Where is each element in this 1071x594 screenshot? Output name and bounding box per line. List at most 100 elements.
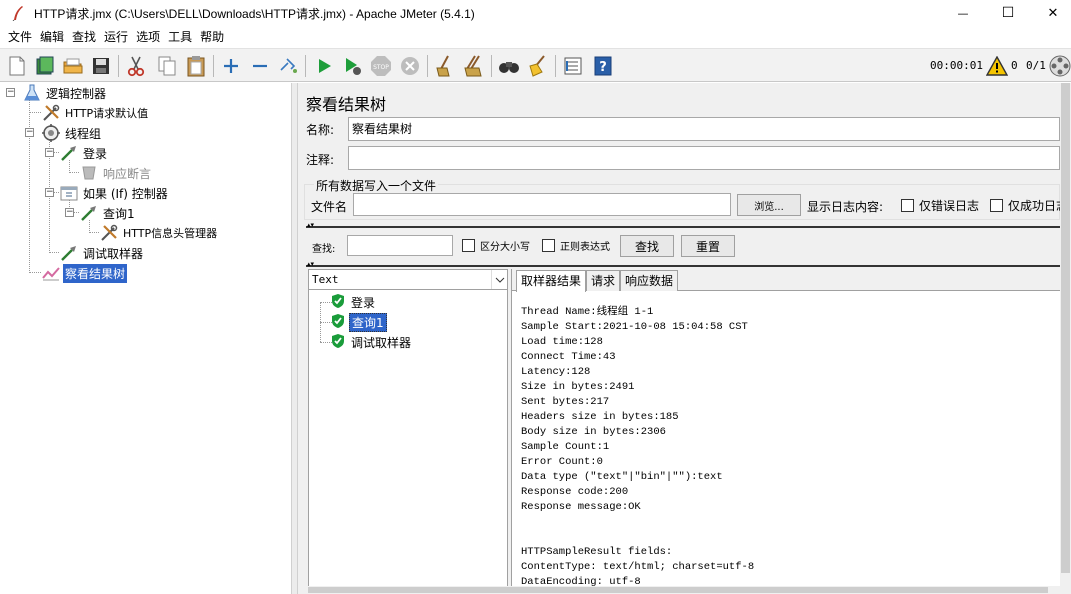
sample-item-query1[interactable]: 查询1: [331, 312, 387, 332]
search-icon[interactable]: [497, 54, 521, 78]
name-field[interactable]: 察看结果树: [348, 117, 1060, 141]
tree-item-login[interactable]: 登录: [60, 143, 109, 163]
comment-field[interactable]: [348, 146, 1060, 170]
start-no-pause-icon[interactable]: [340, 54, 364, 78]
sampler-result-text[interactable]: Thread Name:线程组 1-1 Sample Start:2021-10…: [521, 305, 1051, 590]
shutdown-icon[interactable]: [398, 54, 422, 78]
new-icon[interactable]: [5, 54, 29, 78]
toolbar-separator: [213, 55, 214, 77]
tab-sampler-result[interactable]: 取样器结果: [516, 270, 587, 292]
success-shield-icon: [331, 333, 345, 352]
sample-item-login[interactable]: 登录: [331, 292, 377, 312]
tab-response-data[interactable]: 响应数据: [620, 270, 679, 291]
case-sensitive-checkbox[interactable]: 区分大小写: [462, 238, 530, 253]
clear-all-icon[interactable]: [462, 54, 486, 78]
collapse-toggle[interactable]: −: [65, 208, 74, 217]
clear-icon[interactable]: [433, 54, 457, 78]
renderer-select[interactable]: Text: [309, 270, 507, 290]
file-group-title: 所有数据写入一个文件: [314, 177, 439, 194]
tree-item-if-controller[interactable]: 如果 (If) 控制器: [60, 183, 170, 203]
active-threads-ratio: 0/1: [1026, 59, 1046, 72]
tree-item-thread-group[interactable]: 线程组: [42, 123, 103, 143]
toggle-icon[interactable]: [277, 54, 301, 78]
tree-item-http-defaults[interactable]: HTTP请求默认值: [42, 103, 150, 123]
tree-item-label: 察看结果树: [63, 263, 128, 283]
elapsed-time: 00:00:01: [930, 59, 983, 72]
warning-icon[interactable]: [985, 54, 1009, 78]
tree-item-label: 调试取样器: [83, 246, 144, 261]
expand-icon[interactable]: [219, 54, 243, 78]
collapse-icon[interactable]: [248, 54, 272, 78]
menu-options[interactable]: 选项: [132, 26, 164, 48]
regex-label: 正则表达式: [560, 242, 610, 253]
copy-icon[interactable]: [155, 54, 179, 78]
warning-count: 0: [1011, 59, 1018, 72]
collapse-toggle[interactable]: −: [25, 128, 34, 137]
sampler-icon: [80, 204, 98, 222]
minimize-button[interactable]: —: [940, 0, 986, 26]
save-icon[interactable]: [89, 54, 113, 78]
split-arrows-icon[interactable]: ▴▾: [307, 221, 314, 229]
collapse-toggle[interactable]: −: [45, 148, 54, 157]
tree-item-response-assertion[interactable]: 响应断言: [80, 163, 153, 183]
tab-request[interactable]: 请求: [586, 270, 621, 291]
help-icon[interactable]: ?: [591, 54, 615, 78]
scrollbar-thumb[interactable]: [1061, 83, 1070, 573]
log-content-label: 显示日志内容:: [807, 200, 884, 214]
config-element-icon: [100, 224, 118, 242]
tree-item-debug-sampler[interactable]: 调试取样器: [60, 243, 145, 263]
menu-file[interactable]: 文件: [4, 26, 36, 48]
menu-edit[interactable]: 编辑: [36, 26, 68, 48]
stop-icon[interactable]: STOP: [369, 54, 393, 78]
paste-icon[interactable]: [184, 54, 208, 78]
tree-item-header-manager[interactable]: HTTP信息头管理器: [100, 223, 219, 243]
success-only-checkbox[interactable]: 仅成功日志: [990, 197, 1068, 214]
tree-item-label: HTTP请求默认值: [65, 107, 149, 120]
scrollbar-thumb[interactable]: [308, 587, 1048, 593]
vertical-scrollbar[interactable]: [1060, 83, 1071, 594]
menu-run[interactable]: 运行: [100, 26, 132, 48]
menu-bar: 文件 编辑 查找 运行 选项 工具 帮助: [0, 26, 1071, 48]
search-input[interactable]: [347, 235, 453, 256]
tree-item-label: 逻辑控制器: [46, 86, 107, 101]
tree-item-query1[interactable]: 查询1: [80, 203, 137, 223]
success-shield-icon: [331, 293, 345, 312]
collapse-toggle[interactable]: −: [6, 88, 15, 97]
open-icon[interactable]: [61, 54, 85, 78]
svg-text:STOP: STOP: [373, 64, 389, 71]
reset-button[interactable]: 重置: [681, 235, 735, 257]
toolbar-separator: [491, 55, 492, 77]
page-title: 察看结果树: [306, 95, 387, 114]
errors-only-checkbox[interactable]: 仅错误日志: [901, 197, 979, 214]
maximize-button[interactable]: ☐: [985, 0, 1031, 26]
tree-item-view-results-tree[interactable]: 察看结果树: [42, 263, 128, 283]
menu-tools[interactable]: 工具: [164, 26, 196, 48]
regex-checkbox[interactable]: 正则表达式: [542, 238, 610, 253]
menu-search[interactable]: 查找: [68, 26, 100, 48]
checkbox-box: [462, 239, 475, 252]
reset-search-icon[interactable]: [526, 54, 550, 78]
function-helper-icon[interactable]: [561, 54, 585, 78]
sample-label: 调试取样器: [351, 335, 412, 350]
sample-item-debug-sampler[interactable]: 调试取样器: [331, 332, 413, 352]
jmeter-feather-icon: [10, 5, 26, 21]
templates-icon[interactable]: [33, 54, 57, 78]
toolbar-separator: [305, 55, 306, 77]
success-shield-icon: [331, 313, 345, 332]
toolbar: STOP ? 00:00:01 0 0/1: [0, 48, 1071, 82]
horizontal-scrollbar[interactable]: [308, 586, 1060, 594]
find-button[interactable]: 查找: [620, 235, 674, 257]
thread-group-icon: [42, 124, 60, 142]
browse-button[interactable]: 浏览...: [737, 194, 801, 216]
split-arrows-icon[interactable]: ▴▾: [307, 260, 314, 268]
start-icon[interactable]: [312, 54, 336, 78]
filename-field[interactable]: [353, 193, 731, 216]
case-sensitive-label: 区分大小写: [480, 242, 530, 253]
menu-help[interactable]: 帮助: [196, 26, 228, 48]
tree-item-label: 线程组: [65, 126, 102, 141]
collapse-toggle[interactable]: −: [45, 188, 54, 197]
maximize-icon: ☐: [1001, 5, 1015, 21]
tree-item-logic-controller[interactable]: 逻辑控制器: [23, 83, 108, 103]
close-button[interactable]: ✕: [1030, 0, 1071, 26]
cut-icon[interactable]: [124, 54, 148, 78]
